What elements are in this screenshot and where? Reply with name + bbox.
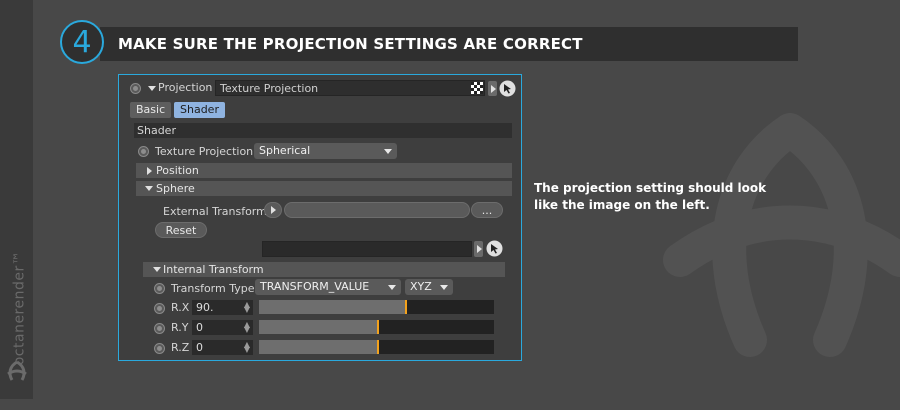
step-number-badge: 4 bbox=[60, 20, 104, 64]
ry-slider[interactable] bbox=[259, 320, 494, 334]
rz-slider[interactable] bbox=[259, 340, 494, 354]
texture-projection-value: Spherical bbox=[259, 144, 311, 157]
rz-slider-fill bbox=[259, 340, 377, 354]
transform-type-radio[interactable] bbox=[154, 283, 165, 294]
rotation-order-value: XYZ bbox=[410, 280, 432, 293]
transform-type-value: TRANSFORM_VALUE bbox=[260, 280, 370, 293]
projection-field[interactable]: Texture Projection bbox=[215, 80, 485, 96]
ry-slider-marker[interactable] bbox=[377, 320, 379, 334]
internal-transform-section-header[interactable]: Internal Transform bbox=[143, 262, 505, 277]
external-transform-field[interactable] bbox=[284, 202, 470, 218]
transform-type-label: Transform Type bbox=[171, 282, 255, 295]
projection-arrow-button[interactable] bbox=[488, 81, 497, 96]
rz-value: 0 bbox=[196, 341, 203, 354]
sphere-section-header[interactable]: Sphere bbox=[136, 181, 512, 196]
external-transform-arrow-button[interactable] bbox=[264, 202, 282, 218]
texture-projection-radio[interactable] bbox=[138, 146, 149, 157]
tab-shader[interactable]: Shader bbox=[174, 102, 225, 118]
brand-name: octanerender™ bbox=[11, 250, 28, 366]
rx-radio[interactable] bbox=[154, 303, 165, 314]
spinner-icon[interactable]: ▲ ▼ bbox=[244, 301, 250, 314]
shader-header-bar: Shader bbox=[134, 123, 512, 138]
spinner-icon[interactable]: ▲ ▼ bbox=[244, 341, 250, 354]
internal-transform-label: Internal Transform bbox=[163, 263, 264, 276]
rx-slider-marker[interactable] bbox=[405, 300, 407, 314]
rx-slider[interactable] bbox=[259, 300, 494, 314]
collapse-icon bbox=[145, 186, 153, 191]
texture-projection-dropdown[interactable]: Spherical bbox=[254, 143, 397, 159]
ry-input[interactable]: 0 ▲ ▼ bbox=[192, 320, 253, 335]
rz-label: R.Z bbox=[171, 341, 190, 354]
rz-radio[interactable] bbox=[154, 343, 165, 354]
expand-icon bbox=[147, 167, 152, 175]
reset-button[interactable]: Reset bbox=[155, 222, 207, 238]
rz-slider-marker[interactable] bbox=[377, 340, 379, 354]
ry-radio[interactable] bbox=[154, 323, 165, 334]
position-label: Position bbox=[156, 164, 199, 177]
attribute-panel: Projection Texture Projection Basic Shad… bbox=[118, 74, 522, 361]
octane-logo-icon bbox=[7, 360, 27, 381]
projection-label: Projection bbox=[158, 81, 213, 94]
rx-input[interactable]: 90. ▲ ▼ bbox=[192, 300, 253, 315]
page-title: MAKE SURE THE PROJECTION SETTINGS ARE CO… bbox=[118, 35, 583, 53]
external-transform-label: External Transform bbox=[163, 205, 267, 218]
background-logo-decoration bbox=[663, 113, 900, 357]
rx-value: 90. bbox=[196, 301, 214, 314]
rotation-order-dropdown[interactable]: XYZ bbox=[405, 279, 453, 295]
external-transform-browse-button[interactable]: ... bbox=[471, 202, 503, 218]
shader-header: Shader bbox=[137, 124, 176, 137]
link-field[interactable] bbox=[262, 241, 472, 257]
rx-slider-fill bbox=[259, 300, 405, 314]
ry-label: R.Y bbox=[171, 321, 189, 334]
transform-type-dropdown[interactable]: TRANSFORM_VALUE bbox=[255, 279, 401, 295]
link-arrow-button[interactable] bbox=[474, 241, 483, 257]
chevron-down-icon bbox=[440, 285, 448, 290]
pick-object-icon[interactable] bbox=[499, 80, 516, 97]
rx-label: R.X bbox=[171, 301, 190, 314]
position-section-header[interactable]: Position bbox=[136, 163, 512, 178]
sphere-label: Sphere bbox=[156, 182, 195, 195]
projection-animate-radio[interactable] bbox=[130, 83, 141, 94]
ry-value: 0 bbox=[196, 321, 203, 334]
tab-basic[interactable]: Basic bbox=[130, 102, 172, 118]
pick-object-icon[interactable] bbox=[486, 240, 503, 257]
instruction-text: The projection setting should look like … bbox=[534, 181, 767, 212]
projection-expand-icon[interactable] bbox=[148, 86, 156, 91]
chevron-down-icon bbox=[384, 149, 392, 154]
chevron-down-icon bbox=[388, 285, 396, 290]
spinner-icon[interactable]: ▲ ▼ bbox=[244, 321, 250, 334]
projection-value: Texture Projection bbox=[220, 82, 319, 95]
brand: octanerender™ bbox=[2, 251, 32, 390]
rz-input[interactable]: 0 ▲ ▼ bbox=[192, 340, 253, 355]
collapse-icon bbox=[153, 267, 161, 272]
checker-icon[interactable] bbox=[471, 82, 483, 94]
ry-slider-fill bbox=[259, 320, 377, 334]
texture-projection-label: Texture Projection bbox=[155, 145, 254, 158]
